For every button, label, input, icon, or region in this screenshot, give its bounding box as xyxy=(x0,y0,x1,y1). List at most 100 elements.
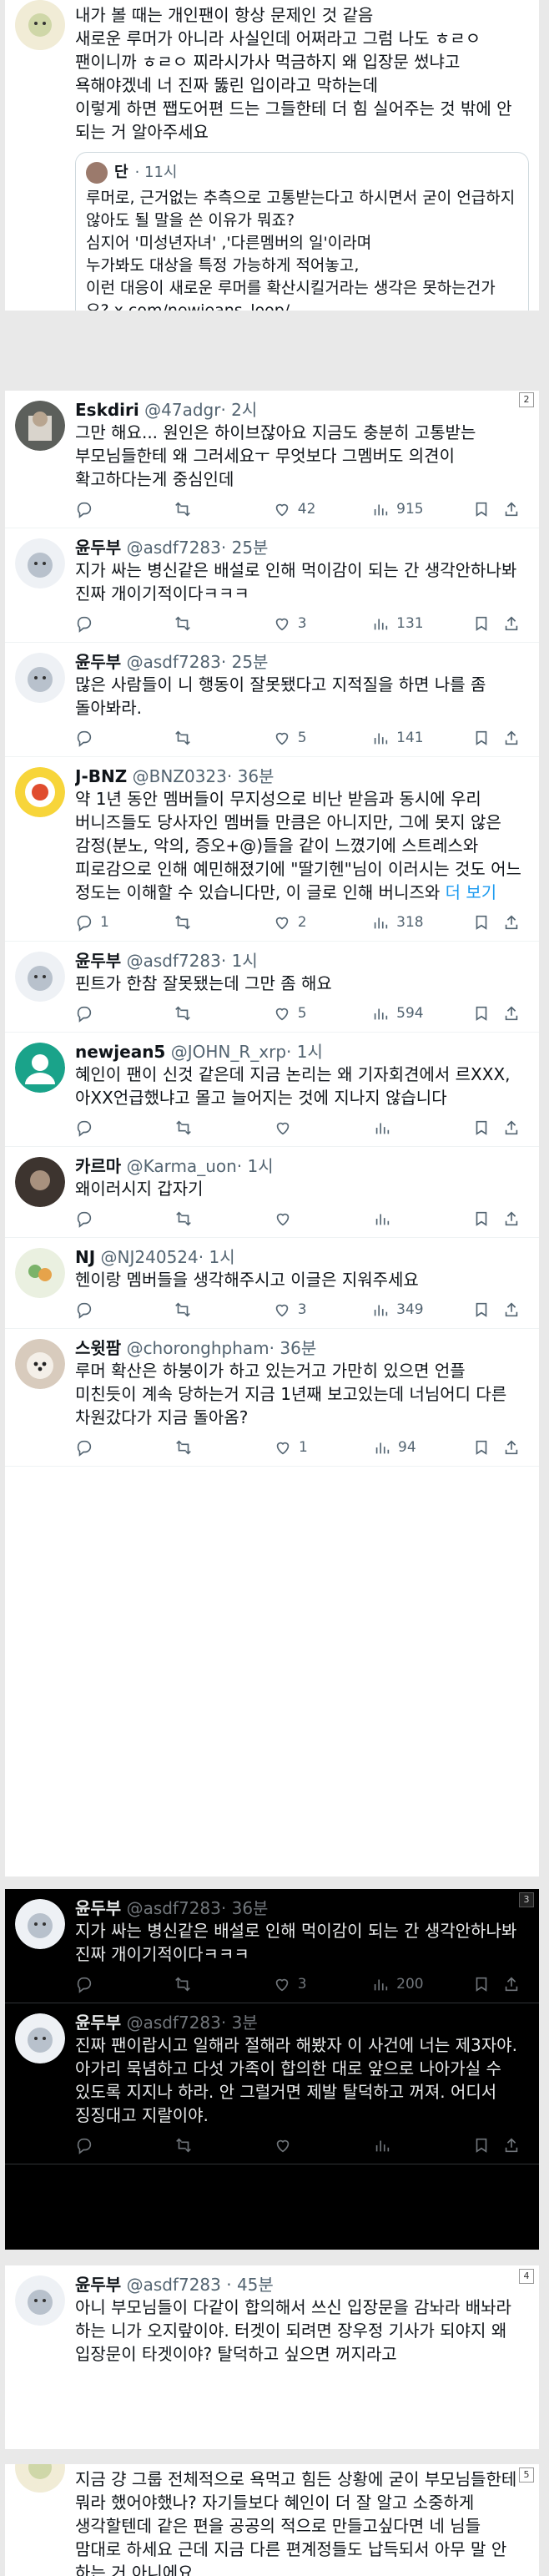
retweet-button[interactable] xyxy=(174,1119,224,1137)
author-name[interactable]: 윤두부 xyxy=(75,2013,121,2033)
tweet-time[interactable]: · 3분 xyxy=(221,2013,258,2033)
views-button[interactable]: 200 xyxy=(371,1975,424,1993)
author-handle[interactable]: @NJ240524 xyxy=(101,1247,199,1267)
tweet-time[interactable]: · 1시 xyxy=(221,951,258,971)
author-handle[interactable]: @asdf7283 xyxy=(127,538,221,558)
tweet[interactable]: Eskdiri @47adgr· 2시 그만 해요... 원인은 하이브잖아요 지… xyxy=(5,391,539,528)
author-handle[interactable]: @asdf7283 xyxy=(127,2013,221,2033)
retweet-button[interactable] xyxy=(174,1004,224,1023)
share-icon[interactable] xyxy=(502,1975,521,1993)
bookmark-icon[interactable] xyxy=(472,913,491,932)
avatar[interactable] xyxy=(15,1339,65,1389)
bookmark-icon[interactable] xyxy=(472,1210,491,1228)
share-icon[interactable] xyxy=(502,913,521,932)
views-button[interactable]: 141 xyxy=(371,729,424,747)
author-name[interactable]: 윤두부 xyxy=(75,538,121,558)
avatar[interactable] xyxy=(15,952,65,1002)
share-icon[interactable] xyxy=(502,1004,521,1023)
retweet-button[interactable] xyxy=(174,2136,224,2154)
views-button[interactable]: 349 xyxy=(371,1301,424,1319)
reply-button[interactable] xyxy=(75,1119,125,1137)
tweet[interactable]: 윤두부 @asdf7283· 3분 진짜 팬이랍시고 일해라 절해라 해봤자 이 … xyxy=(5,2003,539,2164)
author-handle[interactable]: @Karma_uon xyxy=(127,1156,237,1176)
author-name[interactable]: 스윗팜 xyxy=(75,1338,121,1358)
avatar[interactable] xyxy=(15,1157,65,1207)
tweet-time[interactable]: · 1시 xyxy=(286,1042,323,1062)
share-icon[interactable] xyxy=(502,2136,521,2154)
share-icon[interactable] xyxy=(502,500,521,518)
like-button[interactable]: 1 xyxy=(274,1438,324,1457)
views-button[interactable]: 594 xyxy=(371,1004,424,1023)
author-name[interactable]: J-BNZ xyxy=(75,766,127,786)
retweet-button[interactable] xyxy=(174,1438,224,1457)
author-name[interactable]: newjean5 xyxy=(75,1042,165,1062)
reply-button[interactable] xyxy=(75,500,125,518)
avatar[interactable] xyxy=(15,1043,65,1093)
avatar[interactable] xyxy=(15,2464,65,2493)
reply-button[interactable] xyxy=(75,1438,125,1457)
share-icon[interactable] xyxy=(502,1119,521,1137)
author-name[interactable]: NJ xyxy=(75,1247,95,1267)
author-handle[interactable]: @JOHN_R_xrp xyxy=(171,1042,286,1062)
like-button[interactable]: 42 xyxy=(273,500,323,518)
tweet-time[interactable]: · 36분 xyxy=(221,1898,269,1918)
retweet-button[interactable] xyxy=(174,614,224,633)
like-button[interactable]: 5 xyxy=(273,729,323,747)
bookmark-icon[interactable] xyxy=(472,729,491,747)
avatar[interactable] xyxy=(15,0,65,50)
views-button[interactable]: 318 xyxy=(371,913,424,932)
tweet[interactable]: 윤두부 @asdf7283· 25분 지가 싸는 병신같은 배설로 인해 먹이감이… xyxy=(5,528,539,643)
like-button[interactable]: 2 xyxy=(273,913,323,932)
like-button[interactable]: 3 xyxy=(273,1301,323,1319)
bookmark-icon[interactable] xyxy=(472,500,491,518)
reply-button[interactable]: 1 xyxy=(75,913,125,932)
tweet-time[interactable]: · 45분 xyxy=(226,2275,274,2295)
retweet-button[interactable] xyxy=(174,729,224,747)
avatar[interactable] xyxy=(15,2275,65,2326)
like-button[interactable] xyxy=(274,1210,324,1228)
views-button[interactable] xyxy=(373,1119,423,1137)
author-handle[interactable]: @asdf7283 xyxy=(127,2275,221,2295)
share-icon[interactable] xyxy=(502,1438,521,1457)
reply-button[interactable] xyxy=(75,1975,125,1993)
bookmark-icon[interactable] xyxy=(472,2136,491,2154)
views-button[interactable] xyxy=(373,1210,423,1228)
quoted-tweet[interactable]: 단 · 11시 루머로, 근거없는 추측으로 고통받는다고 하시면서 굳이 언급… xyxy=(75,152,529,311)
tweet[interactable]: 카르마 @Karma_uon· 1시 왜이러시지 갑자기 xyxy=(5,1147,539,1238)
tweet[interactable]: 윤두부 @asdf7283· 36분 지가 싸는 병신같은 배설로 인해 먹이감이… xyxy=(5,1889,539,2003)
tweet[interactable]: J-BNZ @BNZ0323· 36분 약 1년 동안 멤버들이 무지성으로 비난… xyxy=(5,757,539,942)
avatar[interactable] xyxy=(15,538,65,588)
like-button[interactable] xyxy=(274,2136,324,2154)
author-handle[interactable]: @asdf7283 xyxy=(127,652,221,672)
author-name[interactable]: 윤두부 xyxy=(75,652,121,672)
author-name[interactable]: Eskdiri xyxy=(75,400,139,420)
author-name[interactable]: 윤두부 xyxy=(75,1898,121,1918)
avatar[interactable] xyxy=(15,1248,65,1298)
retweet-button[interactable] xyxy=(174,500,224,518)
avatar[interactable] xyxy=(15,653,65,703)
author-name[interactable]: 윤두부 xyxy=(75,951,121,971)
show-more-link[interactable]: 더 보기 xyxy=(446,882,497,902)
bookmark-icon[interactable] xyxy=(472,1004,491,1023)
share-icon[interactable] xyxy=(502,614,521,633)
bookmark-icon[interactable] xyxy=(472,1119,491,1137)
avatar[interactable] xyxy=(15,767,65,817)
tweet-time[interactable]: · 2시 xyxy=(220,400,257,420)
tweet-time[interactable]: · 25분 xyxy=(221,538,269,558)
tweet-time[interactable]: · 1시 xyxy=(237,1156,274,1176)
avatar[interactable] xyxy=(15,2013,65,2063)
avatar[interactable] xyxy=(15,1899,65,1949)
tweet[interactable]: 윤두부 @asdf7283· 25분 많은 사람들이 니 행동이 잘못됐다고 지적… xyxy=(5,643,539,757)
author-handle[interactable]: @47adgr xyxy=(144,400,220,420)
tweet-time[interactable]: · 36분 xyxy=(269,1338,317,1358)
views-button[interactable]: 131 xyxy=(371,614,424,633)
like-button[interactable]: 5 xyxy=(273,1004,323,1023)
author-handle[interactable]: @BNZ0323 xyxy=(133,766,227,786)
share-icon[interactable] xyxy=(502,1210,521,1228)
retweet-button[interactable] xyxy=(174,1975,224,1993)
author-handle[interactable]: @asdf7283 xyxy=(127,1898,221,1918)
views-button[interactable] xyxy=(373,2136,423,2154)
avatar[interactable] xyxy=(15,401,65,451)
author-handle[interactable]: @asdf7283 xyxy=(127,951,221,971)
tweet-time[interactable]: · 25분 xyxy=(221,652,269,672)
